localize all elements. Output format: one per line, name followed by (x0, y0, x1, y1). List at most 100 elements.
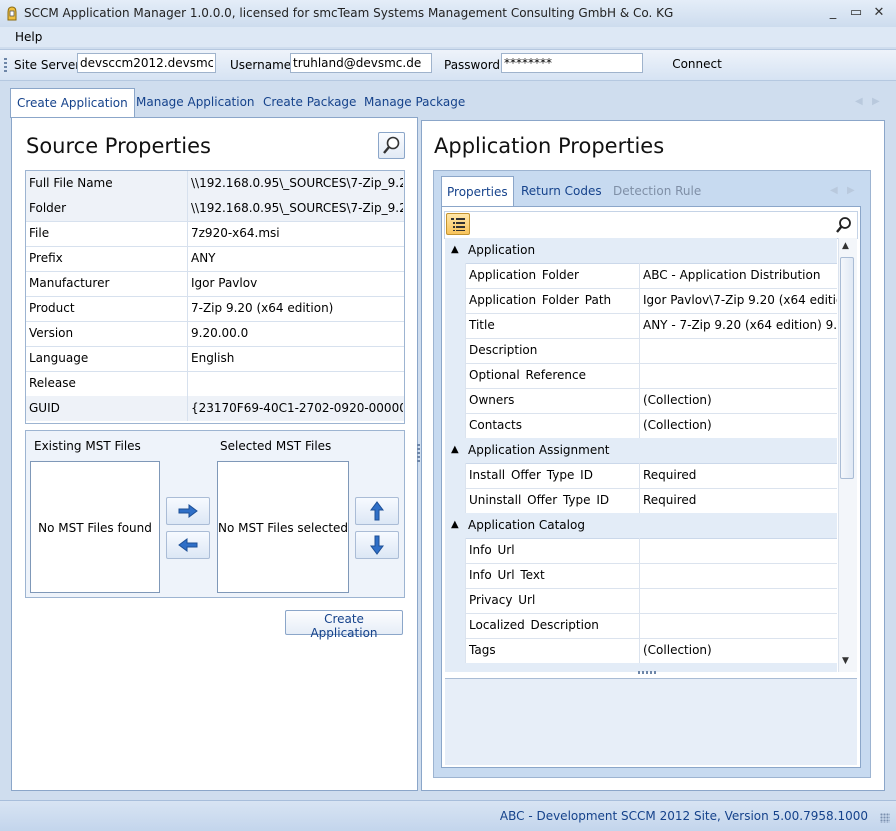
scroll-up-icon[interactable]: ▲ (842, 241, 849, 251)
inner-tab-scroll-right-icon[interactable]: ▶ (847, 185, 855, 196)
property-row[interactable]: Contacts (Collection) (445, 413, 837, 439)
collapse-chevron-icon[interactable]: ▲ (451, 444, 459, 455)
property-row[interactable]: Privacy Url (445, 588, 837, 614)
property-value[interactable]: (Collection) (641, 638, 837, 663)
tab-manage-application[interactable]: Manage Application (130, 88, 261, 116)
table-row[interactable]: Release (26, 371, 404, 397)
table-row[interactable]: Prefix ANY (26, 246, 404, 272)
tab-create-package[interactable]: Create Package (257, 88, 362, 116)
source-properties-title: Source Properties (26, 134, 211, 158)
property-row[interactable]: Description (445, 338, 837, 364)
move-up-button[interactable] (355, 497, 399, 525)
browse-button[interactable] (378, 132, 405, 159)
row-key: Product (26, 296, 188, 321)
table-row[interactable]: GUID{23170F69-40C1-2702-0920-000001000 (26, 396, 404, 421)
property-value[interactable] (641, 563, 837, 588)
close-button[interactable]: ✕ (868, 4, 890, 22)
inner-tab-scroll-left-icon[interactable]: ◀ (830, 185, 838, 196)
property-key: Install Offer Type ID (465, 463, 640, 488)
scroll-down-icon[interactable]: ▼ (842, 656, 849, 666)
toolbar-grip-icon[interactable] (4, 58, 7, 72)
row-key: Manufacturer (26, 271, 188, 296)
property-value[interactable] (641, 613, 837, 638)
tab-scroll-left-icon[interactable]: ◀ (855, 96, 863, 107)
password-input[interactable] (501, 53, 643, 73)
property-value[interactable]: (Collection) (641, 388, 837, 413)
tab-manage-package[interactable]: Manage Package (358, 88, 471, 116)
property-value[interactable]: ABC - Application Distribution (641, 263, 837, 288)
site-server-label: Site Server (14, 58, 81, 72)
tab-return-codes[interactable]: Return Codes (516, 176, 607, 206)
categorized-view-button[interactable] (446, 213, 470, 235)
category-application-assignment[interactable]: ▲ Application Assignment (445, 438, 837, 464)
property-value[interactable]: Required (641, 463, 837, 488)
row-value: English (191, 351, 235, 365)
category-label: Application Catalog (468, 518, 585, 532)
property-row[interactable]: Install Offer Type ID Required (445, 463, 837, 489)
property-row[interactable]: Localized Description (445, 613, 837, 639)
property-row[interactable]: Application Folder Path Igor Pavlov\7-Zip… (445, 288, 837, 314)
create-application-button[interactable]: Create Application (285, 610, 403, 640)
status-bar: ABC - Development SCCM 2012 Site, Versio… (0, 800, 896, 831)
tab-create-application[interactable]: Create Application (10, 88, 135, 118)
collapse-chevron-icon[interactable]: ▲ (451, 519, 459, 530)
property-value[interactable]: Required (641, 488, 837, 513)
tab-detection-rule[interactable]: Detection Rule (608, 176, 706, 206)
table-row[interactable]: Language English (26, 346, 404, 372)
row-value (189, 371, 403, 396)
existing-mst-list[interactable]: No MST Files found (30, 461, 160, 593)
category-application-catalog[interactable]: ▲ Application Catalog (445, 513, 837, 539)
property-value[interactable]: Igor Pavlov\7-Zip 9.20 (x64 edition) (641, 288, 837, 313)
property-value[interactable]: (Collection) (641, 413, 837, 438)
category-application[interactable]: ▲ Application (445, 238, 837, 264)
site-server-input[interactable] (77, 53, 216, 73)
property-value[interactable] (641, 338, 837, 363)
property-row[interactable]: Uninstall Offer Type ID Required (445, 488, 837, 514)
property-row[interactable]: Tags (Collection) (445, 638, 837, 664)
property-row[interactable]: Application Folder ABC - Application Dist… (445, 263, 837, 289)
row-value: 7z920-x64.msi (191, 226, 280, 240)
property-key: Localized Description (465, 613, 640, 638)
remove-mst-button[interactable] (166, 531, 210, 559)
table-row[interactable]: Full File Name \\192.168.0.95\_SOURCES\7-… (26, 171, 404, 197)
property-value[interactable] (641, 363, 837, 388)
property-key: Info Url Text (465, 563, 640, 588)
property-value[interactable] (641, 588, 837, 613)
property-row[interactable]: Title ANY - 7-Zip 9.20 (x64 edition) 9.20… (445, 313, 837, 339)
connect-button[interactable]: Connect (656, 53, 738, 75)
row-value: 9.20.00.0 (191, 326, 249, 340)
resize-grip-icon[interactable] (880, 813, 890, 823)
search-icon[interactable] (835, 216, 853, 234)
add-mst-button[interactable] (166, 497, 210, 525)
property-value[interactable]: ANY - 7-Zip 9.20 (x64 edition) 9.20. (641, 313, 837, 338)
scrollbar-thumb[interactable] (840, 257, 854, 479)
menu-bar: Help (0, 27, 896, 47)
arrow-right-icon (178, 504, 198, 518)
property-row[interactable]: Optional Reference (445, 363, 837, 389)
category-label: Application (468, 243, 536, 257)
table-row[interactable]: Version 9.20.00.0 (26, 321, 404, 347)
property-row[interactable]: Info Url (445, 538, 837, 564)
property-row[interactable]: Owners (Collection) (445, 388, 837, 414)
minimize-button[interactable]: _ (822, 4, 844, 22)
table-row[interactable]: File 7z920-x64.msi (26, 221, 404, 247)
categorized-list-icon (451, 218, 465, 231)
username-input[interactable] (290, 53, 432, 73)
maximize-button[interactable]: ▭ (845, 4, 867, 22)
table-row[interactable]: Folder \\192.168.0.95\_SOURCES\7-Zip_9.20 (26, 196, 404, 222)
tab-scroll-right-icon[interactable]: ▶ (872, 96, 880, 107)
application-properties-title: Application Properties (434, 134, 665, 158)
arrow-up-icon (370, 501, 384, 521)
property-row[interactable]: Info Url Text (445, 563, 837, 589)
splitter-grip-icon[interactable] (417, 444, 420, 464)
move-down-button[interactable] (355, 531, 399, 559)
collapse-chevron-icon[interactable]: ▲ (451, 244, 459, 255)
selected-mst-list[interactable]: No MST Files selected (217, 461, 349, 593)
property-value[interactable] (641, 538, 837, 563)
table-row[interactable]: Manufacturer Igor Pavlov (26, 271, 404, 297)
tab-properties[interactable]: Properties (441, 176, 514, 208)
description-splitter-icon[interactable] (638, 671, 658, 674)
menu-help[interactable]: Help (15, 30, 42, 44)
table-row[interactable]: Product 7-Zip 9.20 (x64 edition) (26, 296, 404, 322)
source-property-grid: Full File Name \\192.168.0.95\_SOURCES\7-… (25, 170, 405, 424)
